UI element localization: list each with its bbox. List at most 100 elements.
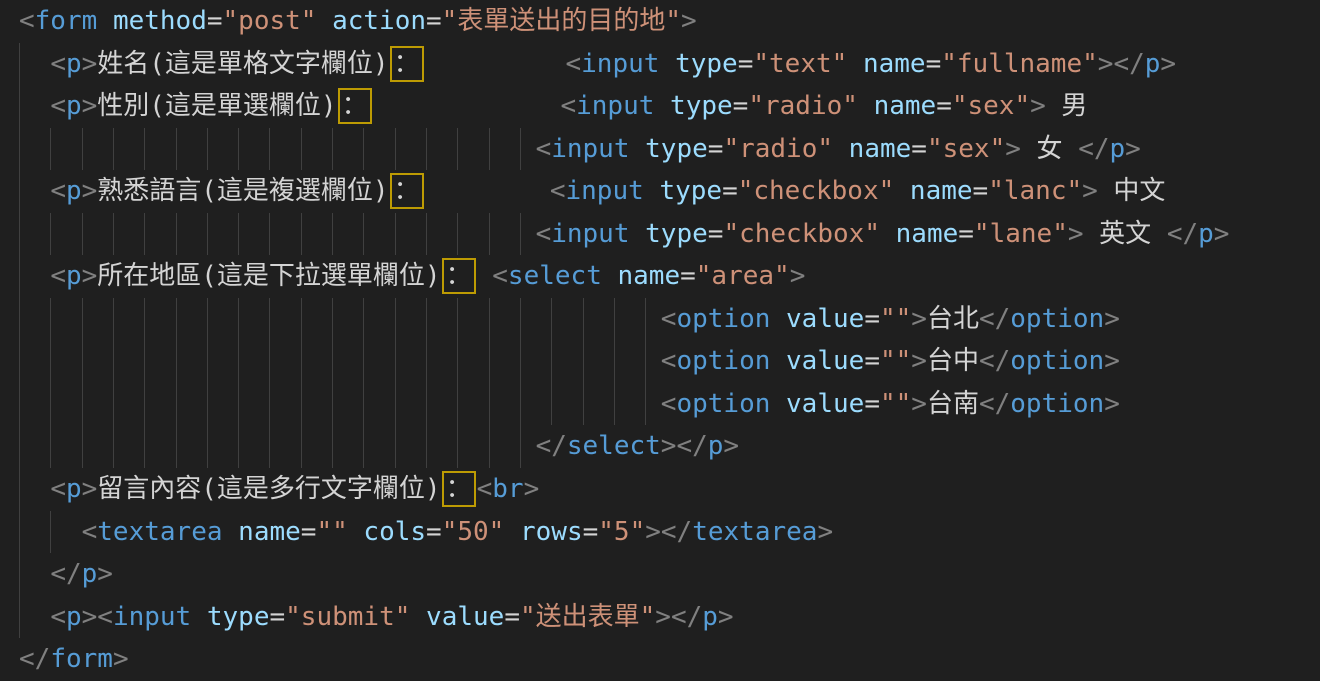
token-tag: textarea	[97, 517, 222, 547]
code-line: <option value="">台南</option>	[0, 383, 1320, 426]
token-tag: option	[1010, 389, 1104, 419]
token-text	[373, 91, 561, 121]
unicode-highlight-box: ：	[390, 46, 424, 82]
token-tag: p	[1145, 49, 1161, 79]
token-punct: >	[82, 176, 98, 206]
token-tag: input	[551, 219, 629, 249]
code-text: </select></p>	[19, 431, 739, 461]
token-op: =	[504, 602, 520, 632]
code-text: <option value="">台北</option>	[19, 304, 1120, 334]
token-attr: cols	[363, 517, 426, 547]
code-text: </p>	[19, 559, 113, 589]
token-str: "radio"	[748, 91, 858, 121]
code-text: <p>姓名(這是單格文字欄位)： <input type="text" name…	[19, 49, 1176, 79]
token-attr: type	[645, 219, 708, 249]
token-attr: name	[863, 49, 926, 79]
token-text: 男	[1046, 91, 1088, 121]
token-attr: type	[659, 176, 722, 206]
token-text: 留言內容(這是多行文字欄位)	[97, 474, 440, 504]
token-tag: textarea	[692, 517, 817, 547]
token-tag: p	[1110, 134, 1126, 164]
code-line: <form method="post" action="表單送出的目的地">	[0, 0, 1320, 43]
token-tag: option	[676, 304, 770, 334]
token-punct: >	[1104, 389, 1120, 419]
token-attr: value	[786, 304, 864, 334]
token-punct: <	[50, 91, 66, 121]
code-text: </form>	[19, 644, 129, 674]
token-punct: >	[82, 602, 98, 632]
token-text: 台南	[927, 389, 979, 419]
token-punct: <	[492, 261, 508, 291]
token-punct: <	[82, 517, 98, 547]
token-punct: <	[661, 304, 677, 334]
token-attr: name	[874, 91, 937, 121]
token-punct: >	[1104, 304, 1120, 334]
code-line: <p>性別(這是單選欄位)： <input type="radio" name=…	[0, 85, 1320, 128]
token-tag: option	[1010, 304, 1104, 334]
token-op: =	[583, 517, 599, 547]
token-tag: select	[508, 261, 602, 291]
token-text	[770, 389, 786, 419]
code-text: <form method="post" action="表單送出的目的地">	[19, 6, 697, 36]
token-punct: </	[979, 389, 1010, 419]
token-punct: >	[97, 559, 113, 589]
token-punct: >	[1082, 176, 1098, 206]
token-attr: type	[670, 91, 733, 121]
token-punct: <	[50, 474, 66, 504]
token-tag: input	[551, 134, 629, 164]
token-punct: </	[1078, 134, 1109, 164]
token-punct: >	[661, 431, 677, 461]
token-text	[659, 49, 675, 79]
token-text: 姓名(這是單格文字欄位)	[97, 49, 388, 79]
token-text	[654, 91, 670, 121]
token-punct: <	[97, 602, 113, 632]
token-tag: select	[567, 431, 661, 461]
token-punct: <	[536, 219, 552, 249]
token-op: =	[936, 91, 952, 121]
token-attr: name	[849, 134, 912, 164]
token-punct: </	[1167, 219, 1198, 249]
token-text: 所在地區(這是下拉選單欄位)	[97, 261, 440, 291]
token-op: =	[911, 134, 927, 164]
token-punct: >	[82, 91, 98, 121]
token-punct: </	[979, 304, 1010, 334]
token-op: =	[738, 49, 754, 79]
token-attr: name	[910, 176, 973, 206]
token-punct: </	[1113, 49, 1144, 79]
token-text: 中文	[1098, 176, 1166, 206]
token-op: =	[207, 6, 223, 36]
token-punct: </	[536, 431, 567, 461]
token-str: "checkbox"	[723, 219, 880, 249]
token-tag: p	[66, 261, 82, 291]
token-tag: p	[66, 176, 82, 206]
token-text	[191, 602, 207, 632]
token-text	[223, 517, 239, 547]
token-text	[833, 134, 849, 164]
token-tag: input	[581, 49, 659, 79]
token-tag: p	[66, 49, 82, 79]
token-op: =	[926, 49, 942, 79]
token-attr: type	[675, 49, 738, 79]
token-text	[847, 49, 863, 79]
code-text: <input type="checkbox" name="lane"> 英文 <…	[19, 219, 1229, 249]
code-editor[interactable]: <form method="post" action="表單送出的目的地"> <…	[0, 0, 1320, 681]
token-punct: >	[911, 304, 927, 334]
token-punct: >	[655, 602, 671, 632]
token-text	[425, 176, 550, 206]
token-punct: <	[50, 49, 66, 79]
token-text	[630, 134, 646, 164]
token-str: "fullname"	[941, 49, 1098, 79]
token-tag: option	[676, 346, 770, 376]
token-tag: p	[66, 602, 82, 632]
token-op: =	[864, 346, 880, 376]
token-punct: >	[645, 517, 661, 547]
token-tag: p	[66, 91, 82, 121]
token-punct: <	[50, 176, 66, 206]
token-tag: br	[492, 474, 523, 504]
token-op: =	[733, 91, 749, 121]
unicode-highlight-box: ：	[442, 258, 476, 294]
token-op: =	[270, 602, 286, 632]
code-text: <p>性別(這是單選欄位)： <input type="radio" name=…	[19, 91, 1087, 121]
token-text	[348, 517, 364, 547]
token-str: "5"	[598, 517, 645, 547]
